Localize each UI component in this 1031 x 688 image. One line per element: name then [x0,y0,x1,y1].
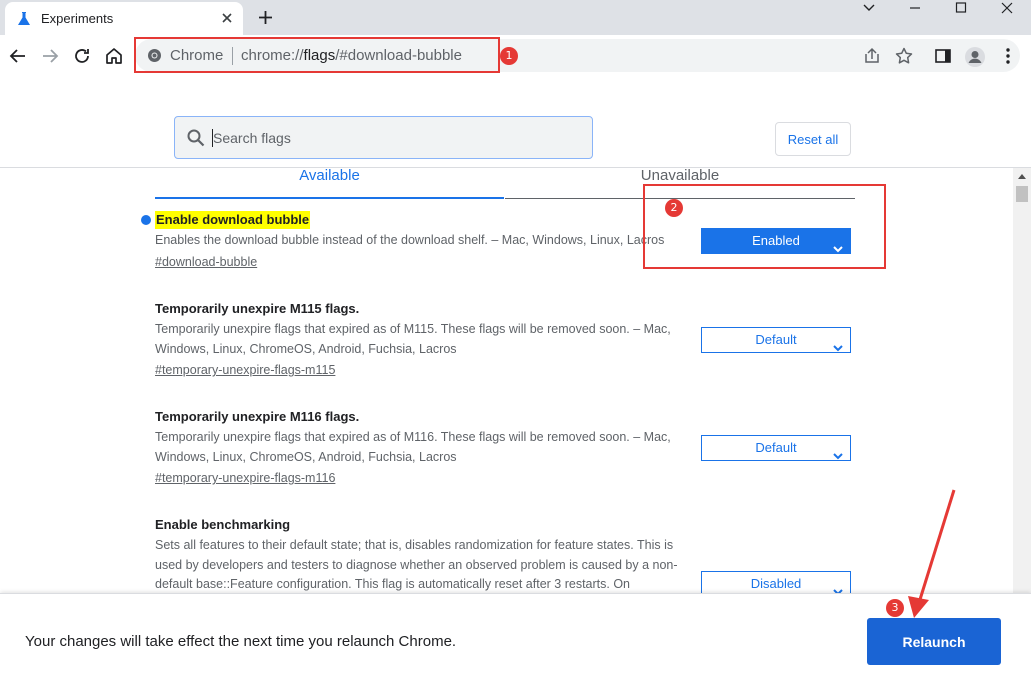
flag-description: Temporarily unexpire flags that expired … [155,322,671,356]
flag-entry-unexpire-m116: Temporarily unexpire M116 flags. Tempora… [155,408,695,488]
annotation-badge-3: 3 [886,599,904,617]
flag-entry-benchmarking: Enable benchmarking Sets all features to… [155,516,695,593]
scroll-thumb[interactable] [1016,186,1028,202]
text-cursor [212,129,213,147]
flags-header: Reset all [0,108,1031,168]
bookmark-star-icon[interactable] [894,46,914,66]
flag-description: Temporarily unexpire flags that expired … [155,430,671,464]
flag-description: Sets all features to their default state… [155,538,678,591]
search-input[interactable] [213,125,573,150]
tab-experiments[interactable]: Experiments [5,2,243,35]
reload-icon[interactable] [72,46,92,66]
tab-title: Experiments [41,11,114,26]
search-field[interactable] [174,116,593,159]
relaunch-message: Your changes will take effect the next t… [25,633,457,650]
select-value: Disabled [750,576,802,591]
side-panel-icon[interactable] [933,46,953,66]
flag-name: Enable download bubble [155,211,311,229]
annotation-badge-2: 2 [665,199,683,217]
chevron-down-icon [833,580,843,596]
modified-indicator-dot [141,215,151,225]
reset-all-button[interactable]: Reset all [775,122,851,156]
back-icon[interactable] [8,46,28,66]
profile-avatar-icon[interactable] [964,46,985,67]
flag-select-unexpire-m115[interactable]: Default [701,327,851,353]
chevron-down-icon [833,444,843,460]
annotation-box-2 [643,184,886,269]
flask-icon [17,11,31,27]
tab-search-icon[interactable] [846,0,892,16]
share-icon[interactable] [862,46,882,66]
flag-select-unexpire-m116[interactable]: Default [701,435,851,461]
flag-entry-unexpire-m115: Temporarily unexpire M115 flags. Tempora… [155,300,695,380]
relaunch-button[interactable]: Relaunch [867,618,1001,665]
annotation-box-1 [134,37,500,73]
tab-strip: Experiments [0,0,1031,35]
flag-name: Temporarily unexpire M115 flags. [155,301,360,316]
menu-kebab-icon[interactable] [998,46,1018,66]
tab-available[interactable]: Available [155,168,504,199]
flag-permalink[interactable]: #temporary-unexpire-flags-m116 [155,469,335,488]
search-icon [187,129,205,147]
close-tab-icon[interactable] [219,10,235,26]
select-value: Default [755,440,797,455]
flag-name: Enable benchmarking [155,517,291,532]
flag-name: Temporarily unexpire M116 flags. [155,409,360,424]
flag-permalink[interactable]: #download-bubble [155,253,257,272]
page-scrollbar[interactable] [1013,168,1031,593]
chevron-down-icon [833,336,843,352]
maximize-icon[interactable] [938,0,984,16]
forward-icon[interactable] [40,46,60,66]
flag-description: Enables the download bubble instead of t… [155,233,665,247]
relaunch-bar: Your changes will take effect the next t… [0,593,1031,688]
new-tab-icon[interactable] [257,9,274,26]
annotation-badge-1: 1 [500,47,518,65]
select-value: Default [755,332,797,347]
minimize-icon[interactable] [892,0,938,16]
close-window-icon[interactable] [984,0,1030,16]
home-icon[interactable] [104,46,124,66]
flag-entry-download-bubble: Enable download bubble Enables the downl… [155,211,695,272]
flag-permalink[interactable]: #temporary-unexpire-flags-m115 [155,361,335,380]
scroll-up-icon[interactable] [1017,172,1027,180]
